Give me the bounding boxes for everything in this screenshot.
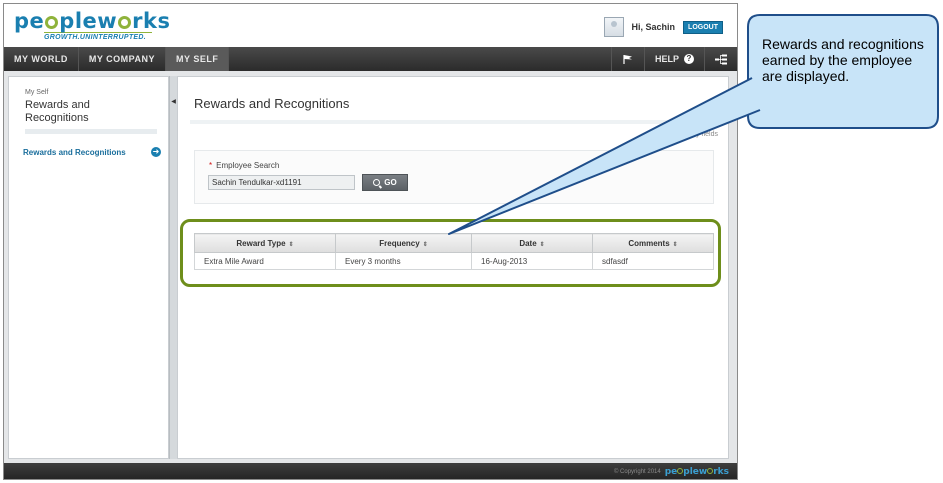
search-icon bbox=[373, 179, 381, 186]
cell-comments: sdfasdf bbox=[592, 252, 714, 270]
sort-icon: ⇕ bbox=[422, 241, 428, 248]
breadcrumb[interactable]: My Self bbox=[25, 89, 48, 96]
sidebar-item-rewards[interactable]: Rewards and Recognitions ➜ bbox=[23, 147, 161, 157]
app-footer: © Copyright 2014 pe plew rks bbox=[4, 463, 737, 479]
help-label: HELP bbox=[654, 54, 679, 64]
employee-search-input[interactable] bbox=[208, 175, 355, 190]
tab-my-world[interactable]: MY WORLD bbox=[4, 47, 79, 71]
main-panel: Rewards and Recognitions • Mandatory fie… bbox=[177, 76, 729, 459]
peopleworks-logo[interactable]: pe plew rks GROWTH.UNINTERRUPTED. bbox=[14, 10, 171, 41]
sidebar-item-label: Rewards and Recognitions bbox=[23, 147, 126, 157]
help-button[interactable]: HELP ? bbox=[643, 47, 704, 71]
cell-date: 16-Aug-2013 bbox=[471, 252, 593, 270]
tab-my-company[interactable]: MY COMPANY bbox=[79, 47, 167, 71]
logout-button[interactable]: LOGOUT bbox=[683, 20, 723, 34]
app-header: pe plew rks GROWTH.UNINTERRUPTED. Hi, Sach… bbox=[4, 4, 737, 47]
rewards-table: Reward Type ⇕ Frequency ⇕ Date ⇕ Comments ⇕ … bbox=[194, 233, 714, 270]
tab-my-self[interactable]: MY SELF bbox=[166, 47, 230, 71]
user-area: Hi, Sachin LOGOUT bbox=[603, 17, 723, 37]
mandatory-note-text: Mandatory fields bbox=[666, 130, 718, 138]
go-label: GO bbox=[384, 178, 397, 187]
callout-text: Rewards and recognitions earned by the e… bbox=[762, 36, 924, 84]
required-star-icon: • bbox=[660, 129, 664, 139]
column-header-reward-type[interactable]: Reward Type ⇕ bbox=[194, 233, 336, 253]
cell-frequency: Every 3 months bbox=[335, 252, 472, 270]
logo-tagline: GROWTH.UNINTERRUPTED. bbox=[44, 32, 152, 41]
mandatory-note: • Mandatory fields bbox=[648, 129, 718, 139]
sort-icon: ⇕ bbox=[672, 241, 678, 248]
sidebar-collapse-handle[interactable]: ◀ bbox=[169, 76, 177, 459]
table-header-row: Reward Type ⇕ Frequency ⇕ Date ⇕ Comments ⇕ bbox=[194, 233, 714, 253]
cell-reward-type: Extra Mile Award bbox=[194, 252, 336, 270]
column-header-comments[interactable]: Comments ⇕ bbox=[592, 233, 714, 253]
search-panel: *Employee Search GO bbox=[194, 150, 714, 204]
table-row[interactable]: Extra Mile Award Every 3 months 16-Aug-2… bbox=[194, 252, 714, 270]
copyright-text: © Copyright 2014 bbox=[613, 469, 661, 475]
content-area: My Self Rewards and Recognitions Rewards… bbox=[4, 71, 737, 463]
flag-icon[interactable] bbox=[610, 47, 644, 71]
go-button[interactable]: GO bbox=[362, 174, 408, 191]
sitemap-icon[interactable] bbox=[704, 47, 737, 71]
collapse-left-icon: ◀ bbox=[171, 99, 176, 105]
sidebar: My Self Rewards and Recognitions Rewards… bbox=[8, 76, 169, 459]
arrow-right-icon: ➜ bbox=[151, 147, 161, 157]
help-question-icon: ? bbox=[684, 54, 694, 64]
employee-search-label: * Employee Search bbox=[209, 161, 280, 170]
app-window: pe plew rks GROWTH.UNINTERRUPTED. Hi, Sach… bbox=[3, 3, 738, 480]
title-divider bbox=[190, 120, 718, 124]
sidebar-divider bbox=[25, 129, 157, 134]
sort-icon: ⇕ bbox=[539, 241, 545, 248]
column-header-frequency[interactable]: Frequency ⇕ bbox=[335, 233, 472, 253]
main-nav: MY WORLD MY COMPANY MY SELF HELP ? bbox=[4, 47, 737, 71]
sort-icon: ⇕ bbox=[288, 241, 294, 248]
column-header-date[interactable]: Date ⇕ bbox=[471, 233, 593, 253]
sidebar-title: Rewards and Recognitions bbox=[25, 99, 90, 124]
user-greeting: Hi, Sachin bbox=[631, 22, 676, 32]
footer-logo: pe plew rks bbox=[664, 467, 729, 477]
page-title: Rewards and Recognitions bbox=[194, 96, 350, 111]
avatar[interactable] bbox=[603, 17, 624, 37]
